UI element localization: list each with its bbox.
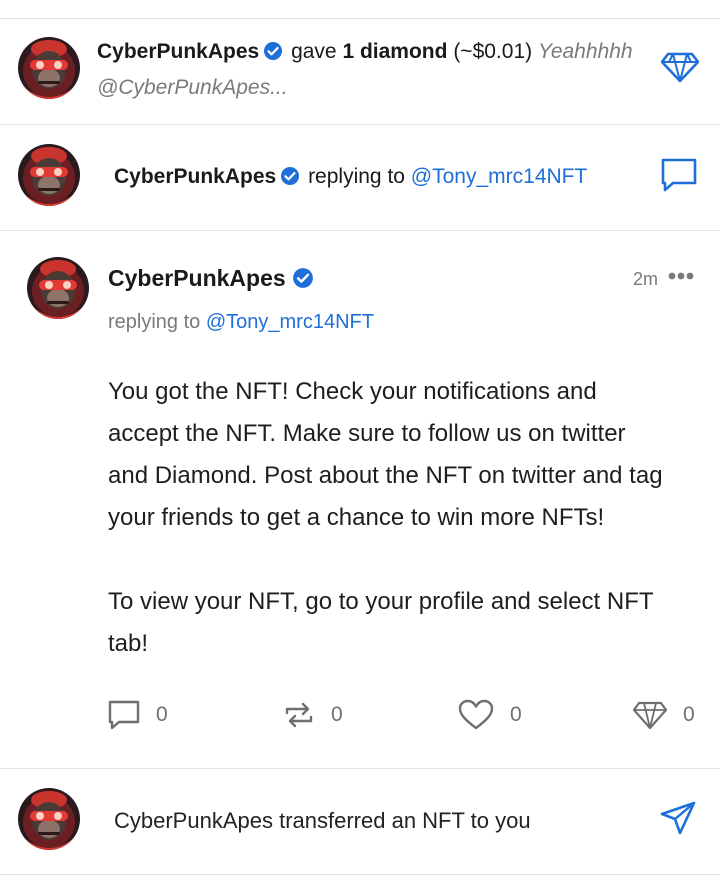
post-body-line: accept the NFT. Make sure to follow us o…: [108, 420, 626, 447]
reply-notification-line[interactable]: CyberPunkApes replying to @Tony_mrc14NFT: [114, 165, 587, 189]
reply-target-link[interactable]: @Tony_mrc14NFT: [411, 165, 588, 188]
notification-username[interactable]: CyberPunkApes: [97, 40, 259, 63]
diamond-button[interactable]: 0: [633, 698, 695, 732]
diamond-notification-line[interactable]: CyberPunkApes gave 1 diamond (~$0.01) Ye…: [97, 40, 633, 64]
post-body-line: and Diamond. Post about the NFT on twitt…: [108, 462, 663, 489]
reply-action: replying to: [308, 165, 405, 188]
avatar[interactable]: [18, 144, 80, 206]
diamond-amount: 1 diamond: [342, 40, 448, 63]
reply-prefix: replying to: [108, 311, 201, 333]
reply-target-link[interactable]: @Tony_mrc14NFT: [206, 311, 374, 333]
notification-username[interactable]: CyberPunkApes: [114, 165, 276, 188]
comment-count: 0: [156, 703, 168, 726]
post-body-line: You got the NFT! Check your notification…: [108, 378, 597, 405]
repost-count: 0: [331, 703, 343, 726]
avatar[interactable]: [27, 257, 89, 319]
diamond-value: (~$0.01): [453, 40, 533, 63]
diamond-count: 0: [683, 703, 695, 726]
like-count: 0: [510, 703, 522, 726]
post-body-line: [108, 539, 663, 581]
ellipsis-icon[interactable]: [667, 271, 695, 281]
post-body: You got the NFT! Check your notification…: [108, 371, 663, 665]
verified-badge-icon: [292, 267, 314, 289]
transfer-notification-text[interactable]: CyberPunkApes transferred an NFT to you: [114, 808, 531, 834]
divider: [0, 874, 720, 875]
divider: [0, 230, 720, 231]
repost-icon: [285, 702, 313, 728]
post-body-line: To view your NFT, go to your profile and…: [108, 588, 654, 615]
comment-button[interactable]: 0: [108, 698, 168, 732]
diamond-message: Yeahhhhh: [537, 40, 633, 63]
repost-button[interactable]: 0: [283, 698, 343, 732]
notification-action: gave: [291, 40, 337, 63]
divider: [0, 18, 720, 19]
diamond-icon: [633, 701, 667, 730]
comment-icon[interactable]: [660, 157, 698, 193]
notification-handle: @CyberPunkApes...: [97, 76, 288, 99]
comment-icon: [108, 700, 140, 730]
post-author[interactable]: CyberPunkApes: [108, 265, 316, 292]
divider: [0, 768, 720, 769]
avatar[interactable]: [18, 788, 80, 850]
avatar[interactable]: [18, 37, 80, 99]
verified-badge-icon: [263, 41, 283, 61]
post-time: 2m: [633, 269, 659, 289]
verified-badge-icon: [280, 166, 300, 186]
post-username[interactable]: CyberPunkApes: [108, 265, 286, 291]
post-body-line: tab!: [108, 630, 149, 657]
heart-icon: [458, 699, 494, 730]
post-body-line: your friends to get a chance to win more…: [108, 504, 605, 531]
diamond-icon: [661, 48, 699, 84]
like-button[interactable]: 0: [458, 698, 522, 732]
post-reply-line: replying to @Tony_mrc14NFT: [108, 311, 374, 334]
send-icon[interactable]: [659, 800, 697, 836]
divider: [0, 124, 720, 125]
